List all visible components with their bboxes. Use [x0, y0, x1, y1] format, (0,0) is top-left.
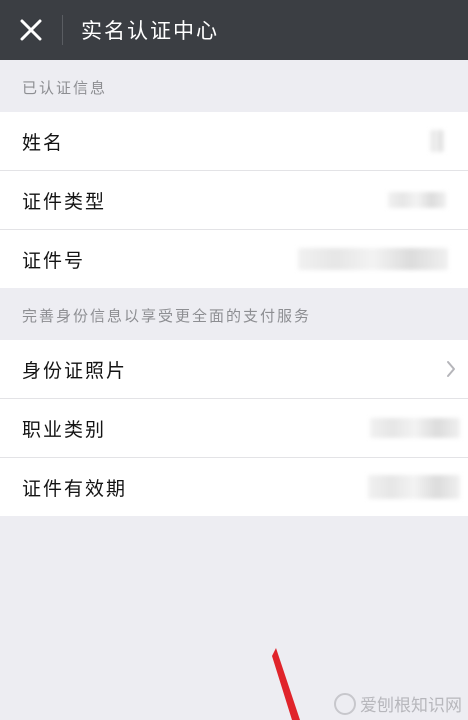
verified-info-group: 姓名 证件类型 证件号 [0, 112, 468, 288]
masked-value-id-validity [368, 475, 460, 499]
close-icon [20, 19, 42, 41]
row-label-id-type: 证件类型 [22, 190, 107, 213]
row-id-photo[interactable]: 身份证照片 [0, 340, 468, 399]
section-header-verified-info: 已认证信息 [22, 78, 108, 97]
row-id-validity[interactable]: 证件有效期 [0, 458, 468, 516]
masked-value-id-number [298, 248, 448, 270]
section-header-complete-info: 完善身份信息以享受更全面的支付服务 [22, 306, 312, 325]
chevron-right-icon [447, 361, 455, 377]
masked-value-name [430, 130, 444, 152]
page-title: 实名认证中心 [81, 19, 219, 43]
row-id-number: 证件号 [0, 230, 468, 288]
title-divider [62, 15, 63, 45]
real-name-verification-page: 实名认证中心 已认证信息 姓名 证件类型 证件号 完善身份信息以享受更全面的支付… [0, 0, 468, 720]
masked-value-id-type [388, 192, 446, 208]
masked-value-occupation [370, 418, 460, 438]
row-label-id-number: 证件号 [22, 249, 86, 272]
row-id-type: 证件类型 [0, 171, 468, 230]
row-label-occupation: 职业类别 [22, 418, 107, 441]
row-name: 姓名 [0, 112, 468, 171]
complete-info-group: 身份证照片 职业类别 证件有效期 [0, 340, 468, 516]
row-label-name: 姓名 [22, 131, 65, 154]
row-occupation[interactable]: 职业类别 [0, 399, 468, 458]
watermark-text: 爱刨根知识网 [360, 696, 462, 716]
close-button[interactable] [0, 0, 62, 60]
row-label-id-validity: 证件有效期 [22, 477, 128, 500]
row-label-id-photo: 身份证照片 [22, 359, 128, 382]
watermark: 爱刨根知识网 [334, 691, 462, 716]
red-arrow-annotation [272, 648, 300, 720]
watermark-logo-icon [334, 692, 356, 715]
top-navigation-bar: 实名认证中心 [0, 0, 468, 60]
